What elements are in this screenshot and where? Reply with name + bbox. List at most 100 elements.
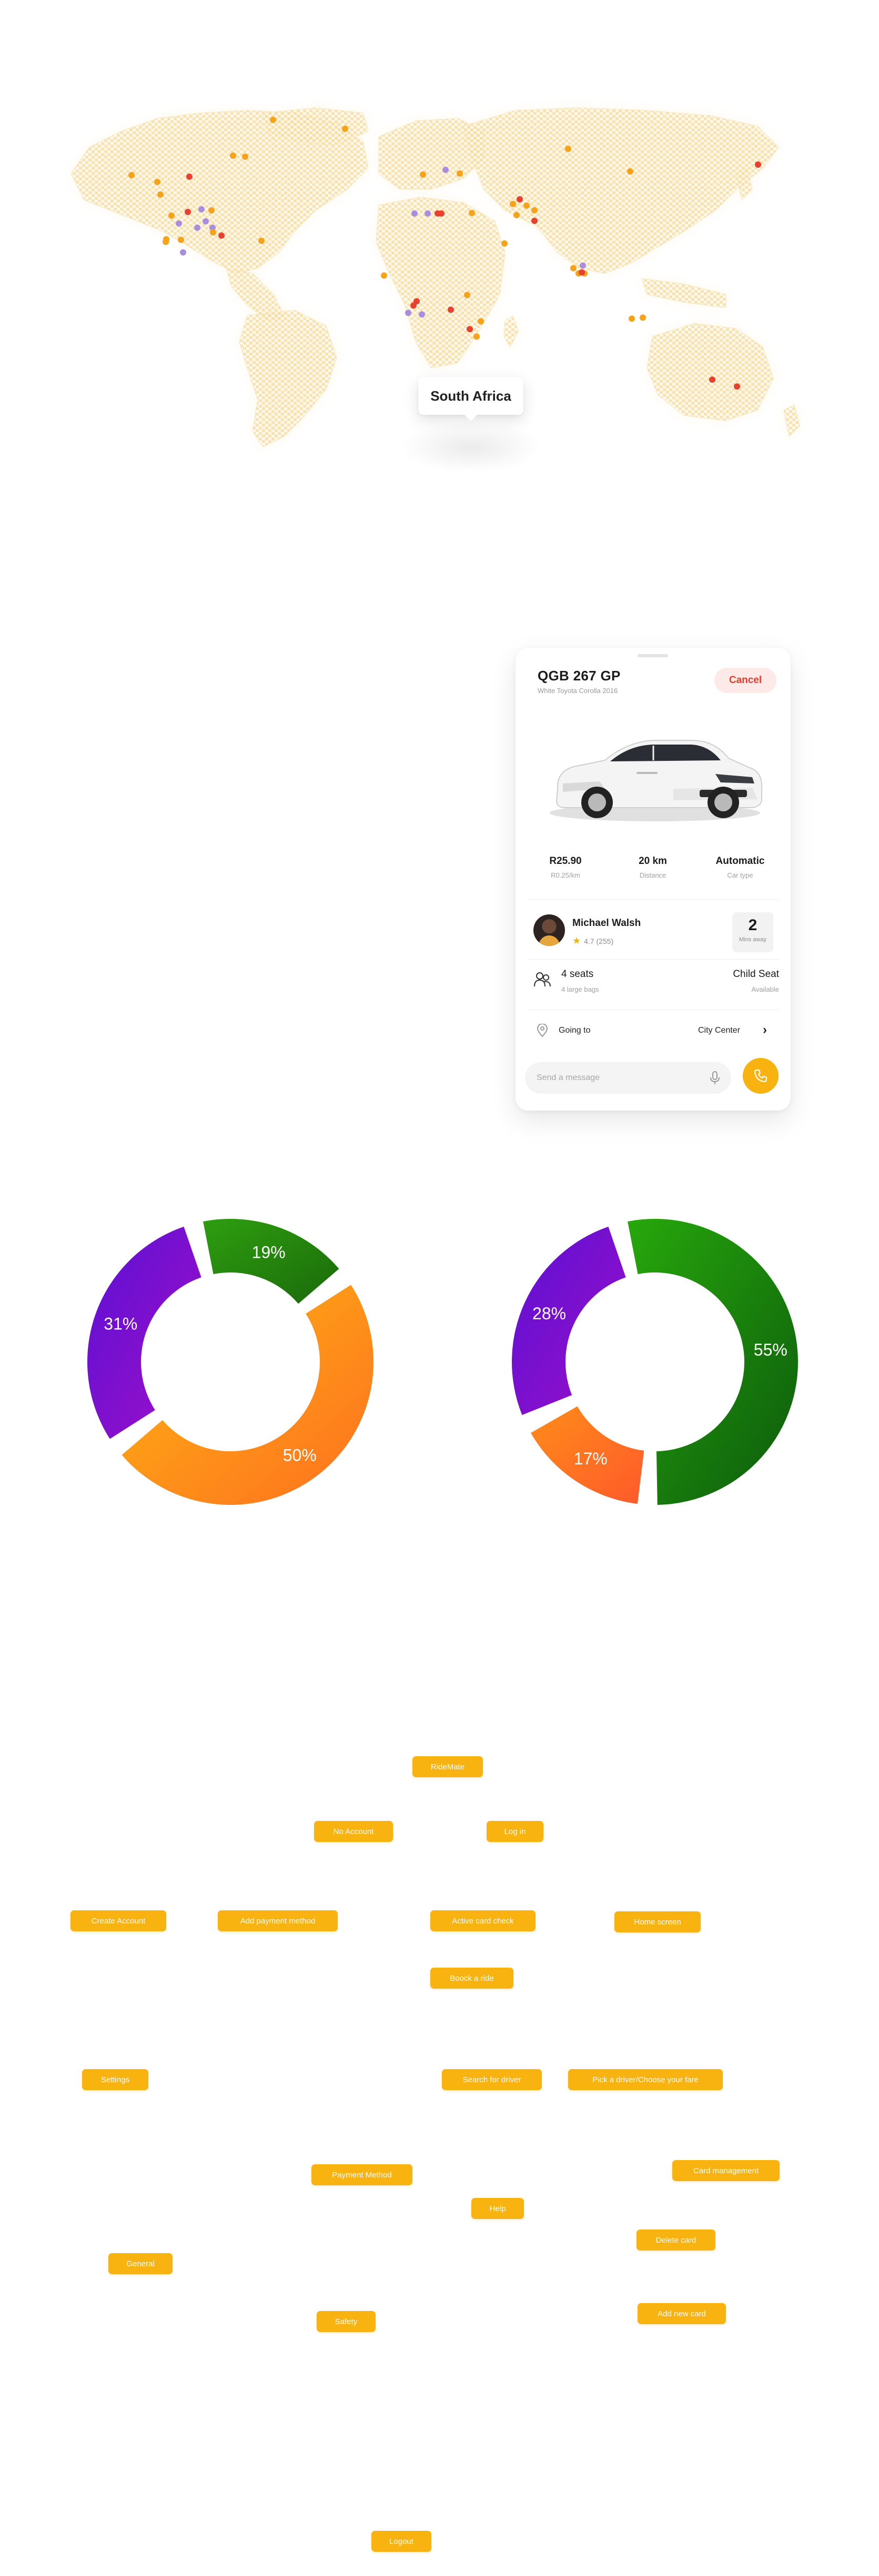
map-marker-orange[interactable] xyxy=(570,265,577,271)
drag-handle[interactable] xyxy=(638,654,668,657)
child-seat-status: Available xyxy=(751,985,779,993)
map-marker-red[interactable] xyxy=(579,269,585,276)
node-payment-method[interactable]: Payment Method xyxy=(311,2164,412,2185)
donut-label-1-0: 55% xyxy=(754,1340,787,1359)
map-marker-red[interactable] xyxy=(185,209,191,215)
map-marker-orange[interactable] xyxy=(464,292,470,298)
map-marker-purple[interactable] xyxy=(176,220,182,227)
divider xyxy=(527,959,779,960)
license-plate: QGB 267 GP xyxy=(538,668,621,684)
map-marker-orange[interactable] xyxy=(342,126,348,132)
map-marker-purple[interactable] xyxy=(580,262,586,269)
driver-rating: ★ 4.7 (255) xyxy=(572,935,614,946)
map-marker-purple[interactable] xyxy=(442,167,449,173)
star-icon: ★ xyxy=(572,935,581,946)
map-marker-orange[interactable] xyxy=(513,212,520,218)
node-help[interactable]: Help xyxy=(471,2198,524,2219)
map-marker-purple[interactable] xyxy=(203,218,209,225)
seats-row: 4 seats 4 large bags Child Seat Availabl… xyxy=(527,963,779,1005)
node-no-account[interactable]: No Account xyxy=(314,1821,393,1842)
map-marker-purple[interactable] xyxy=(425,210,431,217)
donut-chart-right: 55% 17% 28% xyxy=(511,1219,798,1505)
map-marker-orange[interactable] xyxy=(178,237,184,243)
map-marker-orange[interactable] xyxy=(128,172,135,178)
node-card-management[interactable]: Card management xyxy=(672,2160,780,2181)
map-marker-orange[interactable] xyxy=(230,152,236,159)
map-marker-purple[interactable] xyxy=(198,206,205,212)
map-marker-orange[interactable] xyxy=(168,212,175,219)
map-marker-red[interactable] xyxy=(467,326,473,332)
map-marker-orange[interactable] xyxy=(640,314,646,321)
map-marker-red[interactable] xyxy=(410,302,417,309)
donut-slice-0-1[interactable] xyxy=(122,1285,373,1505)
node-delete-card[interactable]: Delete card xyxy=(636,2229,715,2251)
map-marker-red[interactable] xyxy=(186,174,193,180)
map-marker-orange[interactable] xyxy=(469,210,475,216)
map-marker-orange[interactable] xyxy=(270,117,276,123)
map-marker-red[interactable] xyxy=(709,376,715,383)
microphone-icon[interactable] xyxy=(709,1071,721,1085)
map-marker-orange[interactable] xyxy=(381,272,387,279)
map-marker-red[interactable] xyxy=(755,161,761,168)
map-marker-orange[interactable] xyxy=(420,171,426,178)
map-marker-purple[interactable] xyxy=(419,311,425,318)
eta-badge: 2 Mins away xyxy=(732,912,773,952)
map-marker-orange[interactable] xyxy=(457,170,463,177)
map-marker-purple[interactable] xyxy=(180,249,186,256)
node-create-account[interactable]: Create Account xyxy=(70,1910,166,1931)
node-home-screen[interactable]: Home screen xyxy=(614,1911,701,1932)
cancel-button[interactable]: Cancel xyxy=(714,668,776,693)
divider xyxy=(527,899,779,900)
map-marker-orange[interactable] xyxy=(210,229,216,236)
donut-label-1-1: 17% xyxy=(574,1449,608,1468)
map-marker-orange[interactable] xyxy=(258,238,265,244)
node-safety[interactable]: Safety xyxy=(317,2311,376,2332)
map-marker-red[interactable] xyxy=(734,383,740,390)
node-active-card-check[interactable]: Active card check xyxy=(430,1910,536,1931)
node-ridemate[interactable]: RideMate xyxy=(412,1756,483,1777)
node-book-a-ride[interactable]: Boock a ride xyxy=(430,1968,513,1989)
message-input[interactable] xyxy=(525,1062,731,1094)
map-marker-red[interactable] xyxy=(517,196,523,202)
map-marker-orange[interactable] xyxy=(478,318,484,324)
map-marker-orange[interactable] xyxy=(154,179,160,185)
node-pick-a-driver[interactable]: Pick a driver/Choose your fare xyxy=(568,2069,723,2090)
map-marker-orange[interactable] xyxy=(473,333,480,340)
map-marker-orange[interactable] xyxy=(629,315,635,322)
map-marker-orange[interactable] xyxy=(208,207,215,213)
map-marker-orange[interactable] xyxy=(163,239,169,245)
map-marker-orange[interactable] xyxy=(531,207,538,213)
chevron-right-icon: › xyxy=(763,1023,767,1037)
node-search-for-driver[interactable]: Search for driver xyxy=(442,2069,542,2090)
node-general[interactable]: General xyxy=(108,2253,173,2274)
going-to-label: Going to xyxy=(559,1026,591,1035)
map-marker-orange[interactable] xyxy=(627,168,633,175)
map-marker-orange[interactable] xyxy=(501,240,508,247)
donut-slice-1-0[interactable] xyxy=(628,1219,798,1505)
node-add-new-card[interactable]: Add new card xyxy=(638,2303,726,2324)
location-pin-icon xyxy=(537,1024,548,1037)
node-settings[interactable]: Settings xyxy=(82,2069,148,2090)
call-button[interactable] xyxy=(743,1058,779,1094)
map-marker-orange[interactable] xyxy=(242,154,248,160)
child-seat-label: Child Seat xyxy=(733,969,779,980)
map-marker-purple[interactable] xyxy=(194,225,200,231)
map-marker-purple[interactable] xyxy=(411,210,418,217)
node-log-in[interactable]: Log in xyxy=(487,1821,543,1842)
map-marker-orange[interactable] xyxy=(157,191,164,198)
map-marker-red[interactable] xyxy=(438,210,444,217)
map-marker-red[interactable] xyxy=(448,307,454,313)
map-marker-orange[interactable] xyxy=(523,202,530,209)
world-map-section: South Africa xyxy=(0,0,879,526)
map-marker-orange[interactable] xyxy=(565,146,571,152)
node-add-payment-method[interactable]: Add payment method xyxy=(218,1910,338,1931)
donut-slice-1-2[interactable] xyxy=(511,1226,626,1416)
driver-row[interactable]: Michael Walsh ★ 4.7 (255) 2 Mins away xyxy=(527,908,779,955)
map-marker-red[interactable] xyxy=(531,218,538,224)
node-logout[interactable]: Logout xyxy=(371,2531,431,2552)
car-image xyxy=(550,740,763,821)
destination-row[interactable]: Going to City Center › xyxy=(527,1013,779,1045)
map-marker-red[interactable] xyxy=(218,232,225,239)
map-marker-orange[interactable] xyxy=(510,201,516,207)
map-marker-purple[interactable] xyxy=(405,310,411,316)
